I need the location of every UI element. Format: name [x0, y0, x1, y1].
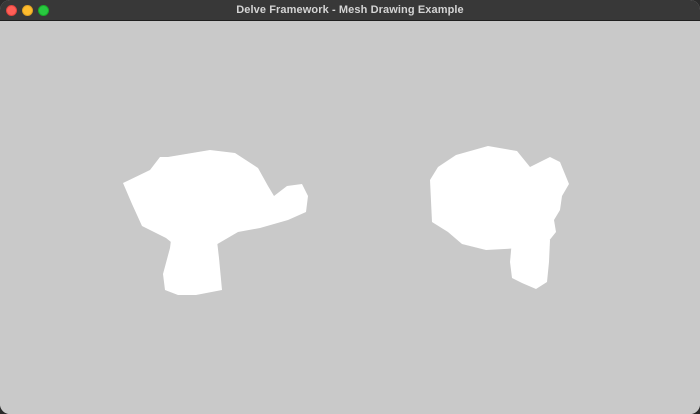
- mesh-right-head: [430, 146, 569, 250]
- render-viewport[interactable]: [0, 21, 700, 414]
- title-bar[interactable]: Delve Framework - Mesh Drawing Example: [0, 0, 700, 21]
- window-title: Delve Framework - Mesh Drawing Example: [236, 4, 464, 16]
- app-window: Delve Framework - Mesh Drawing Example: [0, 0, 700, 414]
- mesh-canvas: [123, 146, 569, 295]
- mesh-right: [430, 146, 569, 289]
- mesh-right-neck: [510, 240, 550, 289]
- mesh-left: [123, 150, 308, 295]
- mesh-left-neck: [163, 232, 222, 295]
